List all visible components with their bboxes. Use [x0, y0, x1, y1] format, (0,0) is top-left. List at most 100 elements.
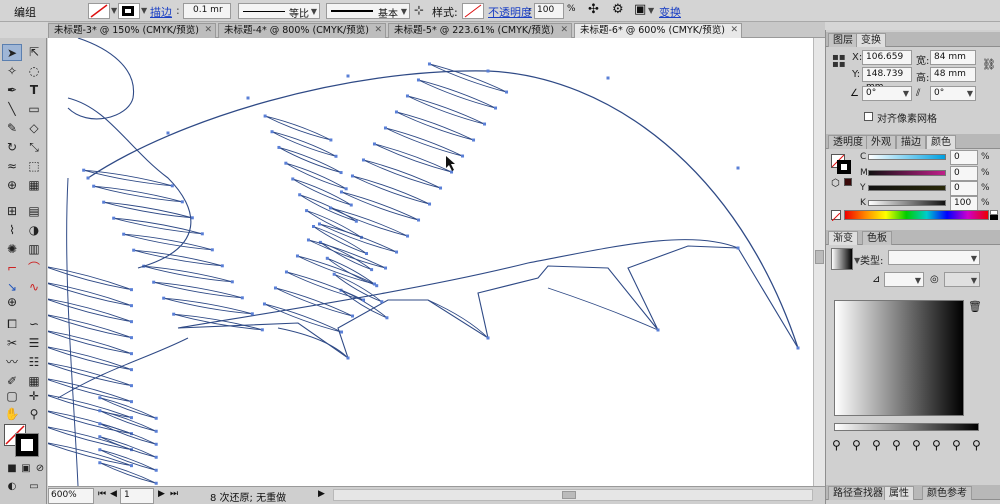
feather-path[interactable] — [103, 201, 193, 219]
gradient-tool-icon[interactable]: ▤ — [24, 203, 44, 220]
anchor-point[interactable] — [346, 74, 350, 78]
document-setup-icon[interactable]: ▣ — [634, 2, 646, 17]
anchor-point[interactable] — [472, 138, 476, 142]
left-body-edge[interactable] — [66, 177, 79, 486]
feather-path[interactable] — [363, 159, 441, 189]
tab-transform[interactable]: 变换 — [856, 33, 886, 47]
tab-pathfinder[interactable]: 路径查找器 — [828, 486, 888, 500]
feather-path[interactable] — [374, 143, 452, 173]
feather-path[interactable] — [285, 162, 347, 190]
height-input[interactable]: 48 mm — [930, 67, 976, 82]
anchor-point[interactable] — [273, 286, 277, 290]
list-tool-icon[interactable]: ☷ — [24, 354, 44, 371]
gradient-stop-icon[interactable]: ⚲ — [972, 438, 981, 452]
feather-path[interactable] — [48, 330, 132, 355]
anchor-point[interactable] — [372, 142, 376, 146]
anchor-point[interactable] — [295, 254, 299, 258]
channel-m-slider[interactable] — [868, 170, 946, 176]
gradient-stop-icon[interactable]: ⚲ — [892, 438, 901, 452]
anchor-point[interactable] — [92, 184, 96, 188]
anchor-point[interactable] — [298, 193, 302, 197]
blend-tool-icon[interactable]: ◑ — [24, 222, 44, 239]
anchor-point[interactable] — [152, 280, 156, 284]
feather-path[interactable] — [48, 314, 132, 339]
anchor-point[interactable] — [262, 302, 266, 306]
anchor-point[interactable] — [332, 272, 336, 276]
rotate-angle-input[interactable]: 0° ▼ — [862, 86, 912, 101]
graphic-style-swatch[interactable] — [462, 3, 484, 19]
zoom-level-dropdown[interactable]: 600% — [48, 488, 94, 504]
anchor-point[interactable] — [383, 126, 387, 130]
anchor-point[interactable] — [162, 296, 166, 300]
anchor-point[interactable] — [311, 224, 315, 228]
primary-feather-quill[interactable] — [277, 287, 659, 359]
wing-inner-contour[interactable] — [177, 239, 739, 329]
anchor-point[interactable] — [129, 288, 133, 292]
gradient-stop-icon[interactable]: ⚲ — [912, 438, 921, 452]
gradient-stop-icon[interactable]: ⚲ — [852, 438, 861, 452]
anchor-point[interactable] — [339, 171, 343, 175]
stroke-weight-stepper[interactable]: 0.1 mr — [183, 3, 231, 19]
anchor-point[interactable] — [291, 177, 295, 181]
feather-path[interactable] — [275, 287, 353, 317]
channel-c-input[interactable]: 0 — [950, 150, 978, 165]
head-outline[interactable] — [67, 38, 135, 120]
color-fill-stroke-proxy[interactable] — [831, 154, 851, 174]
anchor-point[interactable] — [284, 161, 288, 165]
anchor-point[interactable] — [416, 78, 420, 82]
anchor-point[interactable] — [129, 416, 133, 420]
gradient-stop-icon[interactable]: ⚲ — [952, 438, 961, 452]
artboard-canvas[interactable] — [48, 38, 813, 486]
direct-selection-tool-icon[interactable]: ⇱ — [24, 44, 44, 61]
channel-c-slider[interactable] — [868, 154, 946, 160]
pixel-grid-checkbox[interactable] — [864, 112, 873, 121]
anchor-point[interactable] — [154, 481, 158, 485]
anchor-point[interactable] — [439, 186, 443, 190]
feather-path[interactable] — [396, 111, 474, 141]
tab-color-guide[interactable]: 颜色参考 — [922, 486, 972, 500]
last-color-swatch[interactable] — [844, 178, 852, 186]
none-color-swatch[interactable] — [831, 210, 841, 222]
wing-root-contour[interactable] — [67, 97, 192, 269]
isolate-group-icon[interactable]: ⚙ — [612, 2, 624, 17]
scrollbar-thumb[interactable] — [815, 250, 824, 264]
feather-path[interactable] — [48, 298, 132, 323]
brush-definition-dropdown[interactable]: 基本 ▼ — [326, 3, 410, 20]
feather-path[interactable] — [341, 191, 419, 221]
zoom-alt-tool-icon[interactable]: ✛ — [24, 388, 44, 405]
anchor-point[interactable] — [361, 158, 365, 162]
stroke-swatch-black[interactable] — [15, 433, 39, 457]
anchor-point[interactable] — [427, 62, 431, 66]
feather-path[interactable] — [429, 63, 507, 93]
anchor-point[interactable] — [154, 442, 158, 446]
channel-k-slider[interactable] — [868, 200, 946, 206]
anchor-point[interactable] — [505, 90, 509, 94]
anchor-point[interactable] — [325, 256, 329, 260]
channel-y-input[interactable]: 0 — [950, 181, 978, 196]
anchor-point[interactable] — [122, 232, 126, 236]
gradient-type-dropdown[interactable]: ▼ — [888, 250, 980, 265]
anchor-point[interactable] — [200, 232, 204, 236]
anchor-point[interactable] — [483, 122, 487, 126]
anchor-point[interactable] — [351, 314, 355, 318]
anchor-point[interactable] — [406, 234, 410, 238]
anchor-point[interactable] — [240, 296, 244, 300]
stroke-swatch[interactable] — [118, 3, 140, 19]
slice-tool-icon[interactable]: ∽ — [24, 316, 44, 333]
curvature-tool-icon[interactable]: 〰 — [2, 354, 22, 371]
horizontal-scrollbar-thumb[interactable] — [562, 491, 576, 499]
anchor-point[interactable] — [450, 170, 454, 174]
perspective-grid-tool-icon[interactable]: ▦ — [24, 177, 44, 194]
anchor-point[interactable] — [129, 368, 133, 372]
anchor-point[interactable] — [154, 416, 158, 420]
anchor-point[interactable] — [129, 384, 133, 388]
status-menu-arrow-icon[interactable]: ▶ — [318, 489, 325, 499]
feather-path[interactable] — [352, 175, 430, 205]
screen-mode-icon[interactable]: ▭ — [24, 478, 44, 495]
type-tool-icon[interactable]: T — [24, 82, 44, 99]
anchor-point[interactable] — [154, 429, 158, 433]
recolor-artwork-icon[interactable]: ✣ — [588, 2, 599, 17]
tab-transparency[interactable]: 透明度 — [828, 135, 868, 149]
smooth-tool-icon[interactable]: ∿ — [24, 279, 44, 296]
anchor-point[interactable] — [305, 209, 309, 213]
